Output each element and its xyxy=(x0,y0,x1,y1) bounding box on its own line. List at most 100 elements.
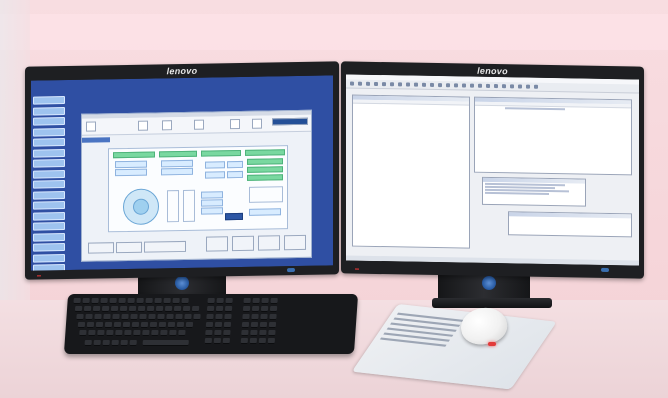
numpad-key[interactable] xyxy=(243,298,251,304)
key[interactable] xyxy=(191,306,200,312)
nav-key[interactable] xyxy=(225,298,233,304)
nav-key[interactable] xyxy=(224,306,233,312)
toolbar-icon-6[interactable] xyxy=(252,118,262,129)
toolbar-icon[interactable] xyxy=(430,82,434,87)
key[interactable] xyxy=(131,322,140,328)
numpad-key[interactable] xyxy=(250,322,259,328)
key[interactable] xyxy=(146,306,155,312)
key[interactable] xyxy=(120,340,128,346)
numpad-key[interactable] xyxy=(269,306,278,312)
nav-key[interactable] xyxy=(214,322,223,328)
numpad-key[interactable] xyxy=(249,338,258,344)
key[interactable] xyxy=(122,322,131,328)
sidebar-button[interactable] xyxy=(33,96,65,105)
selected-row[interactable] xyxy=(505,107,565,111)
space-key[interactable] xyxy=(142,340,189,346)
toolbar-icon-4[interactable] xyxy=(194,119,204,130)
toolbar-icon[interactable] xyxy=(374,81,378,86)
sidebar-button[interactable] xyxy=(33,127,65,137)
key[interactable] xyxy=(127,298,135,304)
key[interactable] xyxy=(97,330,105,336)
nav-key[interactable] xyxy=(215,306,224,312)
sidebar-button[interactable] xyxy=(33,180,65,189)
toolbar-icon[interactable] xyxy=(358,81,362,86)
bottom-button-6[interactable] xyxy=(258,235,280,251)
key[interactable] xyxy=(111,340,119,346)
key[interactable] xyxy=(84,340,92,346)
numpad-key[interactable] xyxy=(258,338,267,344)
bottom-button-4[interactable] xyxy=(206,236,228,252)
nav-key[interactable] xyxy=(215,314,223,320)
sidebar-button[interactable] xyxy=(33,211,65,221)
key[interactable] xyxy=(142,330,150,336)
key[interactable] xyxy=(82,298,90,304)
numpad-key[interactable] xyxy=(251,306,260,312)
key[interactable] xyxy=(167,322,176,328)
key[interactable] xyxy=(137,306,146,312)
key[interactable] xyxy=(95,322,104,328)
nav-key[interactable] xyxy=(223,330,231,336)
nav-key[interactable] xyxy=(213,338,222,344)
toolbar-icon[interactable] xyxy=(534,84,538,89)
sidebar-button[interactable] xyxy=(33,159,65,168)
field-8[interactable] xyxy=(227,170,243,179)
numpad-key[interactable] xyxy=(260,314,268,320)
right-monitor-power-light[interactable] xyxy=(601,267,609,273)
toolbar-icon[interactable] xyxy=(510,83,514,88)
field-4[interactable] xyxy=(161,167,193,176)
sidebar-button[interactable] xyxy=(33,138,65,147)
nav-key[interactable] xyxy=(214,330,222,336)
toolbar-icon[interactable] xyxy=(398,81,402,86)
key[interactable] xyxy=(88,330,96,336)
numpad-key[interactable] xyxy=(268,322,277,328)
nav-key[interactable] xyxy=(206,306,215,312)
key[interactable] xyxy=(121,314,129,320)
key[interactable] xyxy=(112,314,120,320)
key[interactable] xyxy=(151,330,159,336)
numpad-key[interactable] xyxy=(259,322,268,328)
key[interactable] xyxy=(101,306,110,312)
key[interactable] xyxy=(100,298,108,304)
nav-key[interactable] xyxy=(204,338,213,344)
key[interactable] xyxy=(115,330,123,336)
sidebar-button[interactable] xyxy=(33,253,65,263)
field-3[interactable] xyxy=(161,159,193,168)
key[interactable] xyxy=(103,314,111,320)
nav-key[interactable] xyxy=(223,322,232,328)
key[interactable] xyxy=(119,306,128,312)
sidebar-button[interactable] xyxy=(33,201,65,210)
sidebar-button[interactable] xyxy=(33,106,65,116)
key[interactable] xyxy=(164,306,173,312)
field-10[interactable] xyxy=(201,199,223,207)
key[interactable] xyxy=(106,330,114,336)
bottom-button-2[interactable] xyxy=(116,241,142,254)
key[interactable] xyxy=(193,314,201,320)
nav-key[interactable] xyxy=(207,298,215,304)
numpad-key[interactable] xyxy=(269,314,277,320)
nav-key[interactable] xyxy=(205,330,213,336)
numpad-key[interactable] xyxy=(251,314,259,320)
nav-key[interactable] xyxy=(205,322,214,328)
numpad-key[interactable] xyxy=(241,330,249,336)
bottom-button-7[interactable] xyxy=(284,234,306,251)
key[interactable] xyxy=(104,322,113,328)
bottom-button-1[interactable] xyxy=(88,242,114,254)
key[interactable] xyxy=(136,298,144,304)
toolbar-icon[interactable] xyxy=(502,83,506,88)
numpad-key[interactable] xyxy=(260,306,269,312)
numpad-key[interactable] xyxy=(268,330,276,336)
toolbar-icon[interactable] xyxy=(438,82,442,87)
key[interactable] xyxy=(93,340,101,346)
toolbar-icon[interactable] xyxy=(446,82,450,87)
toolbar-icon[interactable] xyxy=(350,81,354,86)
key[interactable] xyxy=(124,330,132,336)
nav-key[interactable] xyxy=(206,314,214,320)
field-5[interactable] xyxy=(205,161,225,169)
key[interactable] xyxy=(129,340,137,346)
toolbar-icon[interactable] xyxy=(462,82,466,88)
key[interactable] xyxy=(175,314,183,320)
key[interactable] xyxy=(184,314,192,320)
sidebar-button[interactable] xyxy=(33,222,65,231)
key[interactable] xyxy=(158,322,167,328)
toolbar-icon[interactable] xyxy=(470,83,474,88)
